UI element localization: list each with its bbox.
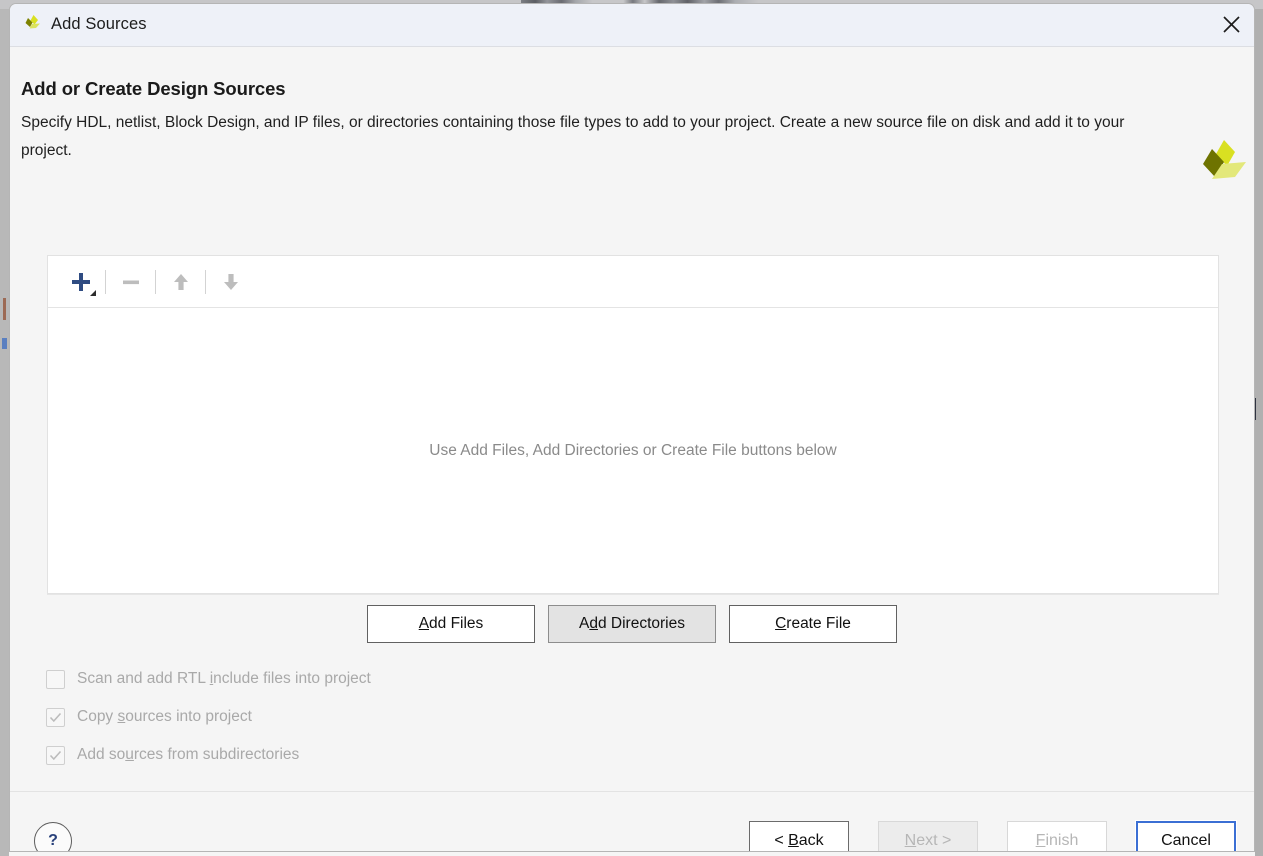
checkbox-label-copy-sources: Copy sources into project: [77, 708, 252, 726]
cb1-pre: Copy: [77, 708, 118, 725]
next-button: Next >: [878, 821, 978, 852]
page-description: Specify HDL, netlist, Block Design, and …: [21, 109, 1161, 165]
next-label: ext >: [916, 832, 951, 849]
back-button[interactable]: < Back: [749, 821, 849, 852]
add-directories-mnemonic: d: [589, 615, 598, 632]
add-files-button[interactable]: Add Files: [367, 605, 535, 643]
background-fleck-orange: [3, 298, 6, 320]
cb2-pre: Add so: [77, 746, 125, 763]
check-icon: [49, 711, 62, 724]
add-files-label: dd Files: [429, 615, 483, 632]
finish-label: inish: [1045, 832, 1078, 849]
cb1-post: ources into project: [125, 708, 252, 725]
checkbox-row-add-subdirectories: Add sources from subdirectories: [46, 736, 371, 774]
checkbox-row-scan-rtl-include: Scan and add RTL include files into proj…: [46, 660, 371, 698]
empty-list-message: Use Add Files, Add Directories or Create…: [48, 442, 1218, 460]
finish-mnemonic: F: [1036, 832, 1046, 849]
create-file-button[interactable]: Create File: [729, 605, 897, 643]
vivado-logo-icon: [22, 14, 44, 36]
dialog-footer: ? < Back Next > Finish Cancel: [10, 792, 1254, 852]
dialog-titlebar: Add Sources: [10, 4, 1254, 47]
arrow-down-icon: [211, 262, 250, 301]
minus-icon: [111, 262, 150, 301]
wizard-navigation-buttons: < Back Next > Finish Cancel: [749, 821, 1236, 852]
checkbox-row-copy-sources: Copy sources into project: [46, 698, 371, 736]
add-sources-dialog: Add Sources Add or Create Design Sources…: [9, 3, 1255, 852]
cancel-button[interactable]: Cancel: [1136, 821, 1236, 852]
checkbox-copy-sources: [46, 708, 65, 727]
add-files-mnemonic: A: [419, 615, 429, 632]
source-action-buttons: Add Files Add Directories Create File: [10, 605, 1254, 643]
plus-icon[interactable]: [61, 262, 100, 301]
toolbar-separator: [205, 270, 206, 294]
add-directories-label-pre: A: [579, 615, 589, 632]
sources-list-panel: Use Add Files, Add Directories or Create…: [47, 255, 1219, 594]
close-icon[interactable]: [1208, 4, 1254, 45]
cb2-mn: u: [125, 746, 134, 763]
toolbar-separator: [155, 270, 156, 294]
background-right-edge: [1255, 9, 1263, 856]
back-mnemonic: B: [788, 832, 799, 849]
checkbox-label-add-subdirectories: Add sources from subdirectories: [77, 746, 299, 764]
back-label: ack: [799, 832, 824, 849]
options-checkbox-group: Scan and add RTL include files into proj…: [46, 660, 371, 774]
help-button[interactable]: ?: [34, 822, 72, 852]
arrow-up-icon: [161, 262, 200, 301]
finish-button: Finish: [1007, 821, 1107, 852]
create-file-mnemonic: C: [775, 615, 786, 632]
checkbox-label-scan-rtl-include: Scan and add RTL include files into proj…: [77, 670, 371, 688]
cb2-post: rces from subdirectories: [134, 746, 299, 763]
dialog-title: Add Sources: [51, 15, 147, 34]
next-mnemonic: N: [905, 832, 917, 849]
dialog-body: Add or Create Design Sources Specify HDL…: [10, 47, 1254, 852]
cb0-post: nclude files into project: [213, 670, 371, 687]
check-icon: [49, 749, 62, 762]
caret-down-icon: [90, 290, 96, 296]
background-fleck-blue: [2, 338, 7, 349]
create-file-label: reate File: [786, 615, 851, 632]
xilinx-brand-logo-icon: [1193, 136, 1251, 194]
cb0-pre: Scan and add RTL: [77, 670, 210, 687]
checkbox-add-subdirectories: [46, 746, 65, 765]
checkbox-scan-rtl-include: [46, 670, 65, 689]
toolbar-separator: [105, 270, 106, 294]
background-left-edge: [0, 9, 9, 856]
back-label-pre: <: [774, 832, 788, 849]
sources-list-toolbar: [48, 256, 1218, 308]
add-directories-button[interactable]: Add Directories: [548, 605, 716, 643]
page-title: Add or Create Design Sources: [21, 78, 286, 100]
add-directories-label: d Directories: [598, 615, 685, 632]
